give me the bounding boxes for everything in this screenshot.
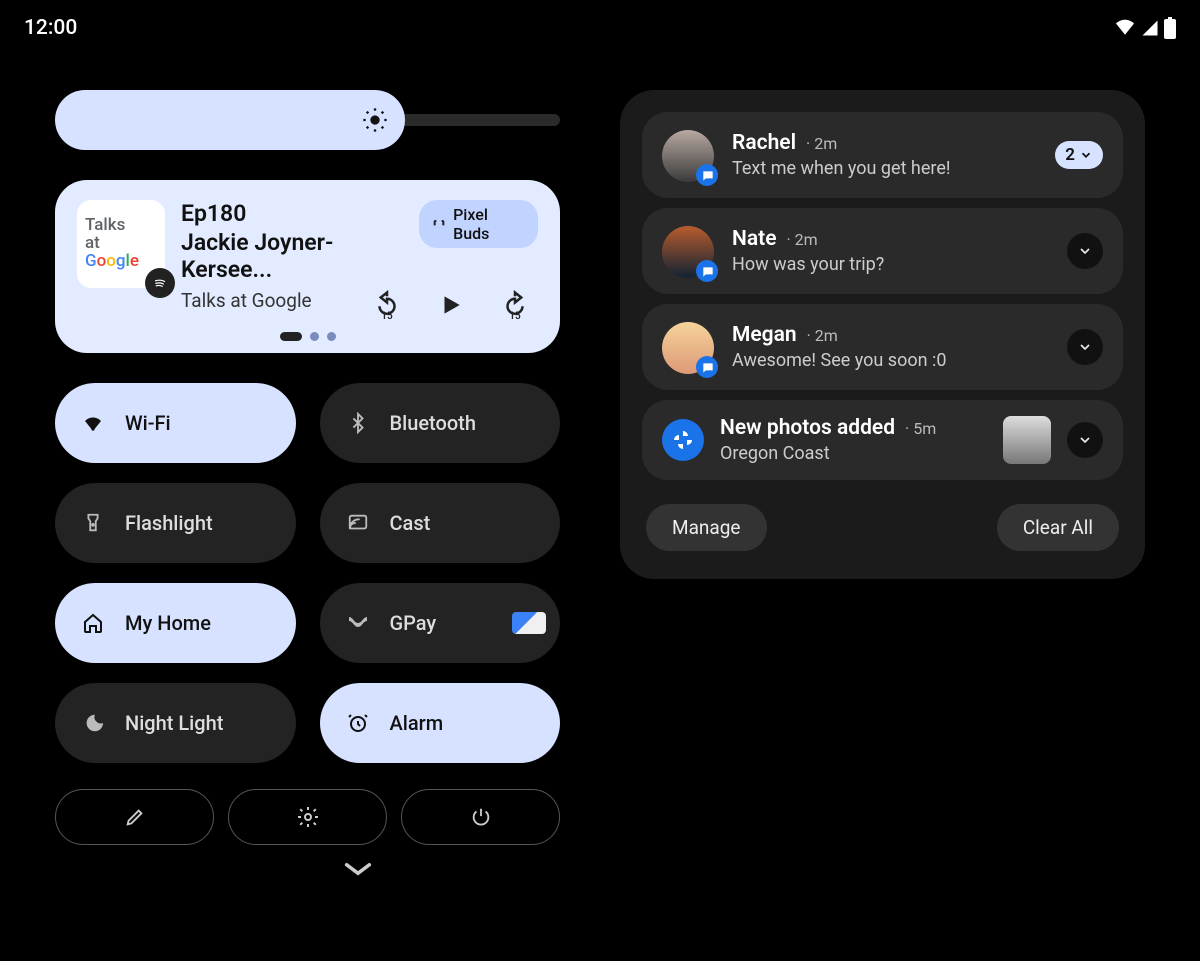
status-bar: 12:00 <box>0 0 1200 56</box>
tile-home[interactable]: My Home <box>55 583 296 663</box>
google-photos-icon <box>662 419 704 461</box>
flashlight-icon <box>79 509 107 537</box>
media-title: Jackie Joyner-Kersee... <box>181 229 419 283</box>
wifi-icon <box>1114 19 1136 37</box>
notification-message: How was your trip? <box>732 254 1049 275</box>
tile-label: Bluetooth <box>390 411 476 435</box>
photo-thumbnail <box>1003 416 1051 464</box>
manage-button[interactable]: Manage <box>646 504 767 551</box>
notification-count-badge[interactable]: 2 <box>1055 141 1103 169</box>
brightness-thumb[interactable] <box>55 90 405 150</box>
avatar <box>662 130 714 182</box>
spotify-icon <box>145 268 175 298</box>
expand-handle[interactable] <box>155 859 560 879</box>
brightness-slider[interactable] <box>55 90 560 150</box>
wifi-icon <box>79 409 107 437</box>
notification-time: 2m <box>807 326 838 345</box>
alarm-icon <box>344 709 372 737</box>
moon-icon <box>79 709 107 737</box>
manage-label: Manage <box>672 516 741 539</box>
notification-time: 5m <box>905 419 936 438</box>
cast-icon <box>344 509 372 537</box>
brightness-icon <box>361 106 389 134</box>
notification-item[interactable]: Rachel 2m Text me when you get here! 2 <box>642 112 1123 198</box>
chevron-down-icon <box>1077 432 1093 448</box>
status-icons <box>1114 17 1176 39</box>
media-output-chip[interactable]: Pixel Buds <box>419 200 538 248</box>
tile-label: Alarm <box>390 711 444 735</box>
power-icon <box>470 806 492 828</box>
bluetooth-icon <box>344 409 372 437</box>
notification-sender: Rachel <box>732 131 796 155</box>
tile-gpay[interactable]: GPay <box>320 583 561 663</box>
gear-icon <box>296 805 320 829</box>
pager-dot <box>310 332 319 341</box>
expand-button[interactable] <box>1067 233 1103 269</box>
card-thumbnail <box>512 612 546 634</box>
gpay-icon <box>344 609 372 637</box>
clear-label: Clear All <box>1023 516 1093 539</box>
tile-nightlight[interactable]: Night Light <box>55 683 296 763</box>
tile-label: GPay <box>390 611 437 635</box>
notification-message: Text me when you get here! <box>732 158 1037 179</box>
notification-sender: Megan <box>732 323 797 347</box>
tile-label: Flashlight <box>125 511 213 535</box>
pager-dot <box>327 332 336 341</box>
rewind-15-button[interactable]: 15 <box>372 290 402 320</box>
play-button[interactable] <box>438 290 464 320</box>
forward-15-button[interactable]: 15 <box>500 290 530 320</box>
notification-message: Awesome! See you soon :0 <box>732 350 1049 371</box>
signal-icon <box>1140 19 1160 37</box>
avatar <box>662 226 714 278</box>
messages-icon <box>701 361 715 375</box>
chevron-down-icon <box>341 859 375 879</box>
media-output-label: Pixel Buds <box>453 205 526 243</box>
notification-time: 2m <box>806 134 837 153</box>
notification-actions: Manage Clear All <box>642 504 1123 551</box>
home-icon <box>79 609 107 637</box>
tile-label: Cast <box>390 511 431 535</box>
tile-label: Wi-Fi <box>125 411 171 435</box>
google-wordmark: Google <box>85 253 157 271</box>
tile-cast[interactable]: Cast <box>320 483 561 563</box>
tile-label: Night Light <box>125 711 223 735</box>
quick-settings-grid: Wi-Fi Bluetooth Flashlight Cast My Home … <box>55 383 560 763</box>
pencil-icon <box>124 806 146 828</box>
edit-button[interactable] <box>55 789 214 845</box>
expand-button[interactable] <box>1067 422 1103 458</box>
notification-time: 2m <box>787 230 818 249</box>
tile-bluetooth[interactable]: Bluetooth <box>320 383 561 463</box>
notification-title: New photos added <box>720 416 895 440</box>
media-artwork: Talks at Google <box>77 200 165 288</box>
pager-dot-active <box>280 332 302 341</box>
chevron-down-icon <box>1077 339 1093 355</box>
power-button[interactable] <box>401 789 560 845</box>
tile-alarm[interactable]: Alarm <box>320 683 561 763</box>
chevron-down-icon <box>1079 148 1093 162</box>
settings-button[interactable] <box>228 789 387 845</box>
messages-icon <box>701 169 715 183</box>
media-pager[interactable] <box>77 332 538 341</box>
clear-all-button[interactable]: Clear All <box>997 504 1119 551</box>
status-time: 12:00 <box>24 16 77 40</box>
footer-buttons <box>55 789 560 845</box>
media-episode: Ep180 <box>181 200 419 227</box>
chevron-down-icon <box>1077 243 1093 259</box>
media-player-card[interactable]: Talks at Google Ep180 Jackie Joyner-Kers… <box>55 180 560 353</box>
notification-sender: Nate <box>732 227 777 251</box>
notification-panel: Rachel 2m Text me when you get here! 2 <box>620 90 1145 579</box>
notification-item-photos[interactable]: New photos added 5m Oregon Coast <box>642 400 1123 480</box>
messages-icon <box>701 265 715 279</box>
notification-subtitle: Oregon Coast <box>720 443 987 464</box>
tile-wifi[interactable]: Wi-Fi <box>55 383 296 463</box>
tile-label: My Home <box>125 611 211 635</box>
notification-item[interactable]: Nate 2m How was your trip? <box>642 208 1123 294</box>
expand-button[interactable] <box>1067 329 1103 365</box>
count-value: 2 <box>1065 145 1075 165</box>
avatar <box>662 322 714 374</box>
notification-item[interactable]: Megan 2m Awesome! See you soon :0 <box>642 304 1123 390</box>
earbuds-icon <box>431 216 447 232</box>
battery-icon <box>1164 17 1176 39</box>
tile-flashlight[interactable]: Flashlight <box>55 483 296 563</box>
